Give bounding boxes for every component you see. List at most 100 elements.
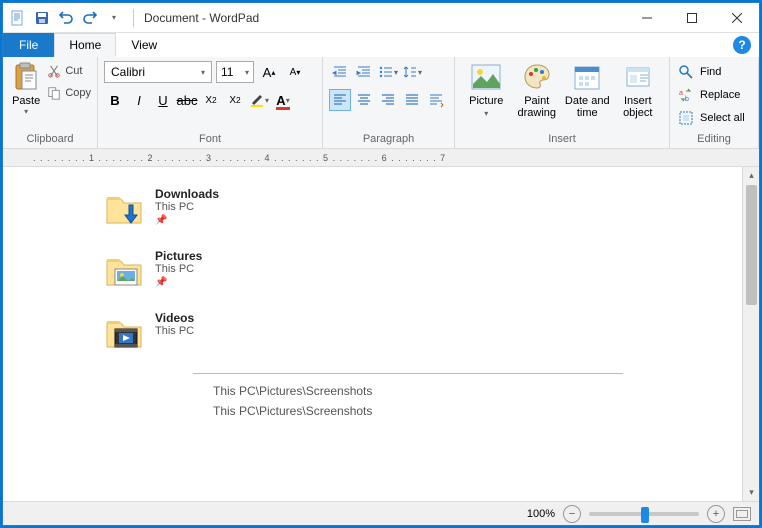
zoom-slider-thumb[interactable] [641, 507, 649, 523]
scroll-up-icon[interactable]: ▴ [743, 167, 759, 184]
paragraph-group-label: Paragraph [329, 130, 448, 148]
find-button[interactable]: Find [676, 61, 747, 83]
font-name-value: Calibri [111, 65, 145, 79]
insert-picture-button[interactable]: Picture▾ [461, 61, 512, 119]
scroll-down-icon[interactable]: ▾ [743, 484, 759, 501]
font-group-label: Font [104, 130, 316, 148]
redo-icon[interactable] [79, 7, 101, 29]
align-right-button[interactable] [377, 89, 399, 111]
file-tab[interactable]: File [3, 33, 54, 57]
decrease-indent-button[interactable] [329, 61, 351, 83]
document-area[interactable]: Downloads This PC 📌 Pictures This PC 📌 [3, 167, 742, 501]
font-size-value: 11 [221, 65, 233, 79]
object-label: Insert object [613, 95, 664, 119]
view-tab[interactable]: View [116, 33, 172, 57]
folder-location: This PC [155, 263, 202, 275]
copy-label: Copy [65, 87, 91, 99]
find-label: Find [700, 66, 721, 78]
paste-button[interactable]: Paste ▾ [9, 61, 43, 116]
horizontal-rule [193, 373, 623, 374]
fullscreen-read-button[interactable] [733, 507, 751, 521]
editing-group-label: Editing [676, 130, 752, 148]
folder-name: Downloads [155, 187, 219, 201]
zoom-out-button[interactable]: − [563, 505, 581, 523]
folder-name: Videos [155, 311, 194, 325]
italic-button[interactable]: I [128, 89, 150, 111]
zoom-slider[interactable] [589, 512, 699, 516]
text-highlight-button[interactable]: ▾ [248, 89, 270, 111]
document-wrap: Downloads This PC 📌 Pictures This PC 📌 [3, 167, 759, 501]
strikethrough-button[interactable]: abc [176, 89, 198, 111]
folder-videos-icon [103, 311, 145, 353]
font-size-combo[interactable]: 11▾ [216, 61, 254, 83]
svg-text:a: a [679, 90, 683, 97]
zoom-in-button[interactable]: + [707, 505, 725, 523]
folder-location: This PC [155, 201, 219, 213]
qat-separator [133, 9, 134, 27]
close-button[interactable] [714, 3, 759, 33]
minimize-button[interactable] [624, 3, 669, 33]
increase-indent-button[interactable] [353, 61, 375, 83]
cut-button[interactable]: Cut [47, 61, 91, 81]
group-clipboard: Paste ▾ Cut Copy Clipboard [3, 57, 98, 148]
wordpad-window: ▾ Document - WordPad File Home View ? Pa… [2, 2, 760, 526]
list-item: Videos This PC [103, 311, 742, 353]
maximize-button[interactable] [669, 3, 714, 33]
folder-pictures-icon [103, 249, 145, 291]
group-font: Calibri▾ 11▾ A▴ A▾ B I U abc X2 X2 [98, 57, 323, 148]
ruler-ticks: . . . . . . . . 1 . . . . . . . 2 . . . … [33, 153, 446, 163]
insert-object-button[interactable]: Insert object [613, 61, 664, 119]
selectall-label: Select all [700, 112, 745, 124]
copy-button[interactable]: Copy [47, 83, 91, 103]
shrink-font-button[interactable]: A▾ [284, 61, 306, 83]
line-spacing-button[interactable]: ▾ [401, 61, 423, 83]
help-icon[interactable]: ? [733, 36, 751, 54]
titlebar: ▾ Document - WordPad [3, 3, 759, 33]
selectall-button[interactable]: Select all [676, 107, 747, 129]
ruler[interactable]: . . . . . . . . 1 . . . . . . . 2 . . . … [3, 149, 759, 167]
group-insert: Picture▾ Paint drawing Date and time Ins… [455, 57, 670, 148]
replace-button[interactable]: ab Replace [676, 84, 747, 106]
picture-label: Picture [469, 95, 503, 107]
paste-dropdown-icon: ▾ [24, 107, 28, 116]
scroll-thumb[interactable] [746, 185, 757, 305]
save-icon[interactable] [31, 7, 53, 29]
align-justify-button[interactable] [401, 89, 423, 111]
underline-button[interactable]: U [152, 89, 174, 111]
ribbon-tabs: File Home View ? [3, 33, 759, 57]
path-line-2: This PC\Pictures\Screenshots [213, 404, 742, 418]
home-tab[interactable]: Home [54, 33, 116, 57]
insert-datetime-button[interactable]: Date and time [562, 61, 613, 119]
group-paragraph: ▾ ▾ Paragraph [323, 57, 455, 148]
ribbon: Paste ▾ Cut Copy Clipboard [3, 57, 759, 149]
window-controls [624, 3, 759, 33]
bullet-list-button[interactable]: ▾ [377, 61, 399, 83]
align-center-button[interactable] [353, 89, 375, 111]
font-color-button[interactable]: A▾ [272, 89, 294, 111]
list-item: Downloads This PC 📌 [103, 187, 742, 229]
align-left-button[interactable] [329, 89, 351, 111]
status-bar: 100% − + [3, 501, 759, 525]
group-editing: Find ab Replace Select all Editing [670, 57, 759, 148]
paragraph-dialog-button[interactable] [425, 89, 447, 111]
qat-dropdown-icon[interactable]: ▾ [103, 7, 125, 29]
grow-font-button[interactable]: A▴ [258, 61, 280, 83]
qat-app-icon[interactable] [7, 7, 29, 29]
list-item: Pictures This PC 📌 [103, 249, 742, 291]
quick-access-toolbar: ▾ [3, 7, 129, 29]
cut-label: Cut [65, 65, 82, 77]
vertical-scrollbar[interactable]: ▴ ▾ [742, 167, 759, 501]
insert-paint-button[interactable]: Paint drawing [512, 61, 563, 119]
paste-label: Paste [12, 95, 40, 107]
superscript-button[interactable]: X2 [224, 89, 246, 111]
folder-location: This PC [155, 325, 194, 337]
undo-icon[interactable] [55, 7, 77, 29]
bold-button[interactable]: B [104, 89, 126, 111]
font-name-combo[interactable]: Calibri▾ [104, 61, 212, 83]
paint-label: Paint drawing [512, 95, 563, 119]
clipboard-group-label: Clipboard [9, 130, 91, 148]
pin-icon: 📌 [155, 215, 219, 226]
subscript-button[interactable]: X2 [200, 89, 222, 111]
datetime-label: Date and time [562, 95, 613, 119]
window-title: Document - WordPad [144, 11, 259, 25]
